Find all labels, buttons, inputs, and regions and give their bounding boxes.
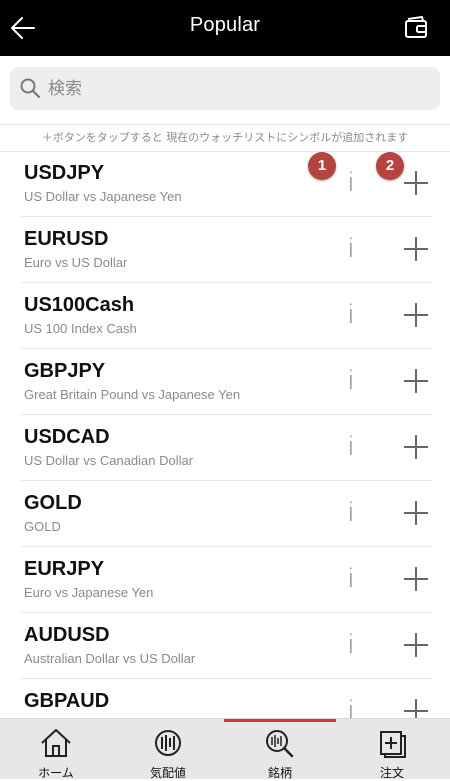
symbol-description: US 100 Index Cash bbox=[24, 321, 137, 336]
symbol-name: EURUSD bbox=[24, 228, 109, 250]
info-button[interactable]: i bbox=[338, 563, 364, 595]
add-hint-text: ＋ボタンをタップすると 現在のウォッチリストにシンボルが追加されます bbox=[0, 124, 450, 152]
symbol-description: Great Britain Pound vs Japanese Yen bbox=[24, 387, 241, 402]
info-button[interactable]: i bbox=[338, 431, 364, 463]
page-title: Popular bbox=[189, 14, 261, 36]
wallet-icon bbox=[405, 16, 427, 38]
symbol-name: USDCAD bbox=[24, 426, 110, 448]
add-icon[interactable] bbox=[402, 499, 430, 527]
nav-quotes[interactable]: 気配値 bbox=[112, 723, 224, 780]
add-icon[interactable] bbox=[402, 235, 430, 263]
bottom-nav: ホーム 気配値 銘柄 注文 bbox=[0, 718, 450, 780]
symbol-name: GBPJPY bbox=[24, 360, 106, 382]
symbol-name: USDJPY bbox=[24, 162, 105, 184]
add-icon[interactable] bbox=[402, 433, 430, 461]
symbols-search-icon bbox=[266, 730, 294, 758]
symbol-name: GBPAUD bbox=[24, 690, 110, 712]
symbol-name: AUDUSD bbox=[24, 624, 110, 646]
add-icon[interactable] bbox=[402, 301, 430, 329]
annotation-badge-2: 2 bbox=[376, 152, 404, 180]
symbol-row[interactable]: US100Cash US 100 Index Cash i bbox=[20, 283, 432, 349]
home-icon bbox=[41, 729, 71, 757]
search-icon bbox=[20, 78, 41, 99]
nav-order[interactable]: 注文 bbox=[336, 723, 448, 780]
symbol-row[interactable]: EURUSD Euro vs US Dollar i bbox=[20, 217, 432, 283]
symbol-row[interactable]: USDCAD US Dollar vs Canadian Dollar i bbox=[20, 415, 432, 481]
info-button[interactable]: i bbox=[338, 629, 364, 661]
add-icon[interactable] bbox=[402, 631, 430, 659]
quotes-icon bbox=[155, 730, 181, 756]
symbol-list: USDJPY US Dollar vs Japanese Yen i EURUS… bbox=[0, 151, 450, 745]
nav-label: 銘柄 bbox=[267, 766, 292, 780]
symbol-row[interactable]: EURJPY Euro vs Japanese Yen i bbox=[20, 547, 432, 613]
symbol-description: US Dollar vs Canadian Dollar bbox=[24, 453, 194, 468]
symbol-name: EURJPY bbox=[24, 558, 105, 580]
active-tab-indicator bbox=[224, 719, 336, 722]
nav-home[interactable]: ホーム bbox=[0, 723, 112, 780]
search-area bbox=[0, 56, 450, 122]
symbol-row[interactable]: GOLD GOLD i bbox=[20, 481, 432, 547]
search-input[interactable] bbox=[48, 67, 428, 110]
symbol-description: GOLD bbox=[24, 519, 61, 534]
add-icon[interactable] bbox=[402, 565, 430, 593]
info-button[interactable]: i bbox=[338, 365, 364, 397]
symbol-name: US100Cash bbox=[24, 294, 135, 316]
nav-label: ホーム bbox=[38, 766, 74, 780]
add-icon[interactable] bbox=[402, 169, 430, 197]
nav-label: 気配値 bbox=[149, 766, 186, 780]
symbol-name: GOLD bbox=[24, 492, 82, 514]
symbol-description: US Dollar vs Japanese Yen bbox=[24, 189, 182, 204]
symbol-row[interactable]: GBPJPY Great Britain Pound vs Japanese Y… bbox=[20, 349, 432, 415]
annotation-badge-1: 1 bbox=[308, 152, 336, 180]
order-icon bbox=[380, 731, 406, 758]
search-box[interactable] bbox=[10, 67, 440, 110]
symbol-description: Australian Dollar vs US Dollar bbox=[24, 651, 196, 666]
top-bar: Popular bbox=[0, 0, 450, 56]
nav-symbols[interactable]: 銘柄 bbox=[224, 723, 336, 780]
nav-label: 注文 bbox=[379, 766, 404, 780]
symbol-description: Euro vs US Dollar bbox=[24, 255, 128, 270]
symbol-description: Euro vs Japanese Yen bbox=[24, 585, 154, 600]
add-icon[interactable] bbox=[402, 367, 430, 395]
symbol-row[interactable]: AUDUSD Australian Dollar vs US Dollar i bbox=[20, 613, 432, 679]
symbol-row[interactable]: USDJPY US Dollar vs Japanese Yen i bbox=[20, 151, 432, 217]
info-button[interactable]: i bbox=[338, 167, 364, 199]
info-button[interactable]: i bbox=[338, 233, 364, 265]
info-button[interactable]: i bbox=[338, 299, 364, 331]
info-button[interactable]: i bbox=[338, 497, 364, 529]
wallet-button[interactable] bbox=[402, 14, 432, 42]
